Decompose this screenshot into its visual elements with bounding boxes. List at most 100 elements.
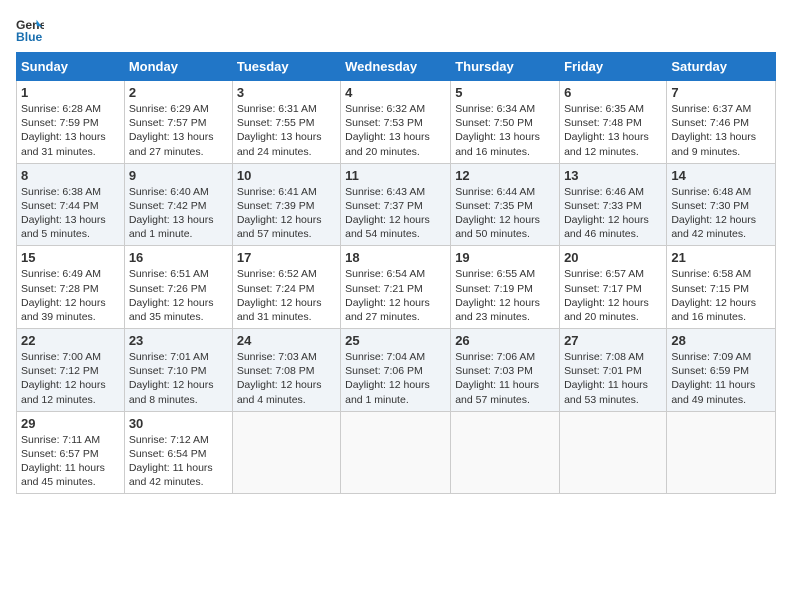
calendar-cell [341, 411, 451, 494]
day-info: Sunrise: 6:37 AMSunset: 7:46 PMDaylight:… [671, 102, 771, 159]
calendar-cell [232, 411, 340, 494]
day-number: 4 [345, 85, 446, 100]
day-info: Sunrise: 7:00 AMSunset: 7:12 PMDaylight:… [21, 350, 120, 407]
day-number: 20 [564, 250, 662, 265]
day-number: 18 [345, 250, 446, 265]
day-number: 10 [237, 168, 336, 183]
logo: General Blue [16, 16, 44, 44]
day-number: 26 [455, 333, 555, 348]
day-info: Sunrise: 6:55 AMSunset: 7:19 PMDaylight:… [455, 267, 555, 324]
day-header-saturday: Saturday [667, 53, 776, 81]
day-info: Sunrise: 6:29 AMSunset: 7:57 PMDaylight:… [129, 102, 228, 159]
week-row-2: 8 Sunrise: 6:38 AMSunset: 7:44 PMDaylight… [17, 163, 776, 246]
day-number: 17 [237, 250, 336, 265]
day-header-tuesday: Tuesday [232, 53, 340, 81]
week-row-5: 29 Sunrise: 7:11 AMSunset: 6:57 PMDayligh… [17, 411, 776, 494]
week-row-1: 1 Sunrise: 6:28 AMSunset: 7:59 PMDaylight… [17, 81, 776, 164]
week-row-3: 15 Sunrise: 6:49 AMSunset: 7:28 PMDayligh… [17, 246, 776, 329]
svg-text:Blue: Blue [16, 30, 43, 44]
day-number: 11 [345, 168, 446, 183]
day-info: Sunrise: 6:28 AMSunset: 7:59 PMDaylight:… [21, 102, 120, 159]
calendar-cell: 20Sunrise: 6:57 AMSunset: 7:17 PMDayligh… [560, 246, 667, 329]
day-info: Sunrise: 7:11 AMSunset: 6:57 PMDaylight:… [21, 433, 120, 490]
calendar-cell: 11 Sunrise: 6:43 AMSunset: 7:37 PMDayligh… [341, 163, 451, 246]
day-number: 28 [671, 333, 771, 348]
day-number: 21 [671, 250, 771, 265]
day-info: Sunrise: 7:06 AMSunset: 7:03 PMDaylight:… [455, 350, 555, 407]
week-row-4: 22 Sunrise: 7:00 AMSunset: 7:12 PMDayligh… [17, 329, 776, 412]
day-info: Sunrise: 7:08 AMSunset: 7:01 PMDaylight:… [564, 350, 662, 407]
day-info: Sunrise: 6:41 AMSunset: 7:39 PMDaylight:… [237, 185, 336, 242]
day-info: Sunrise: 6:43 AMSunset: 7:37 PMDaylight:… [345, 185, 446, 242]
day-info: Sunrise: 6:35 AMSunset: 7:48 PMDaylight:… [564, 102, 662, 159]
calendar-cell [451, 411, 560, 494]
day-number: 15 [21, 250, 120, 265]
calendar-cell: 5 Sunrise: 6:34 AMSunset: 7:50 PMDaylight… [451, 81, 560, 164]
day-info: Sunrise: 7:09 AMSunset: 6:59 PMDaylight:… [671, 350, 771, 407]
day-info: Sunrise: 6:58 AMSunset: 7:15 PMDaylight:… [671, 267, 771, 324]
day-number: 22 [21, 333, 120, 348]
calendar-cell: 26 Sunrise: 7:06 AMSunset: 7:03 PMDayligh… [451, 329, 560, 412]
calendar-cell: 19 Sunrise: 6:55 AMSunset: 7:19 PMDayligh… [451, 246, 560, 329]
day-info: Sunrise: 6:44 AMSunset: 7:35 PMDaylight:… [455, 185, 555, 242]
calendar-cell: 28 Sunrise: 7:09 AMSunset: 6:59 PMDayligh… [667, 329, 776, 412]
day-info: Sunrise: 7:12 AMSunset: 6:54 PMDaylight:… [129, 433, 228, 490]
calendar-header-row: SundayMondayTuesdayWednesdayThursdayFrid… [17, 53, 776, 81]
day-number: 9 [129, 168, 228, 183]
calendar-table: SundayMondayTuesdayWednesdayThursdayFrid… [16, 52, 776, 494]
day-number: 1 [21, 85, 120, 100]
day-header-monday: Monday [124, 53, 232, 81]
calendar-cell: 12 Sunrise: 6:44 AMSunset: 7:35 PMDayligh… [451, 163, 560, 246]
calendar-cell: 21 Sunrise: 6:58 AMSunset: 7:15 PMDayligh… [667, 246, 776, 329]
calendar-cell: 15 Sunrise: 6:49 AMSunset: 7:28 PMDayligh… [17, 246, 125, 329]
day-info: Sunrise: 6:52 AMSunset: 7:24 PMDaylight:… [237, 267, 336, 324]
page-header: General Blue [16, 16, 776, 44]
day-info: Sunrise: 7:04 AMSunset: 7:06 PMDaylight:… [345, 350, 446, 407]
logo-icon: General Blue [16, 16, 44, 44]
calendar-cell: 4Sunrise: 6:32 AMSunset: 7:53 PMDaylight… [341, 81, 451, 164]
calendar-cell: 13 Sunrise: 6:46 AMSunset: 7:33 PMDayligh… [560, 163, 667, 246]
calendar-cell: 18 Sunrise: 6:54 AMSunset: 7:21 PMDayligh… [341, 246, 451, 329]
day-info: Sunrise: 6:38 AMSunset: 7:44 PMDaylight:… [21, 185, 120, 242]
day-info: Sunrise: 6:54 AMSunset: 7:21 PMDaylight:… [345, 267, 446, 324]
calendar-cell: 1 Sunrise: 6:28 AMSunset: 7:59 PMDaylight… [17, 81, 125, 164]
day-number: 19 [455, 250, 555, 265]
day-info: Sunrise: 6:51 AMSunset: 7:26 PMDaylight:… [129, 267, 228, 324]
day-info: Sunrise: 6:40 AMSunset: 7:42 PMDaylight:… [129, 185, 228, 242]
day-info: Sunrise: 6:46 AMSunset: 7:33 PMDaylight:… [564, 185, 662, 242]
day-number: 23 [129, 333, 228, 348]
calendar-cell [560, 411, 667, 494]
day-header-thursday: Thursday [451, 53, 560, 81]
day-number: 27 [564, 333, 662, 348]
calendar-cell [667, 411, 776, 494]
day-number: 16 [129, 250, 228, 265]
day-info: Sunrise: 6:31 AMSunset: 7:55 PMDaylight:… [237, 102, 336, 159]
day-number: 12 [455, 168, 555, 183]
calendar-cell: 22 Sunrise: 7:00 AMSunset: 7:12 PMDayligh… [17, 329, 125, 412]
day-number: 8 [21, 168, 120, 183]
day-number: 25 [345, 333, 446, 348]
day-info: Sunrise: 6:49 AMSunset: 7:28 PMDaylight:… [21, 267, 120, 324]
calendar-cell: 17 Sunrise: 6:52 AMSunset: 7:24 PMDayligh… [232, 246, 340, 329]
calendar-cell: 2Sunrise: 6:29 AMSunset: 7:57 PMDaylight… [124, 81, 232, 164]
calendar-cell: 8 Sunrise: 6:38 AMSunset: 7:44 PMDaylight… [17, 163, 125, 246]
day-number: 29 [21, 416, 120, 431]
calendar-cell: 7Sunrise: 6:37 AMSunset: 7:46 PMDaylight… [667, 81, 776, 164]
calendar-cell: 14Sunrise: 6:48 AMSunset: 7:30 PMDayligh… [667, 163, 776, 246]
day-header-wednesday: Wednesday [341, 53, 451, 81]
calendar-cell: 25 Sunrise: 7:04 AMSunset: 7:06 PMDayligh… [341, 329, 451, 412]
day-number: 13 [564, 168, 662, 183]
day-header-sunday: Sunday [17, 53, 125, 81]
day-number: 14 [671, 168, 771, 183]
day-info: Sunrise: 7:03 AMSunset: 7:08 PMDaylight:… [237, 350, 336, 407]
day-number: 24 [237, 333, 336, 348]
calendar-cell: 6 Sunrise: 6:35 AMSunset: 7:48 PMDaylight… [560, 81, 667, 164]
day-number: 5 [455, 85, 555, 100]
day-number: 6 [564, 85, 662, 100]
calendar-cell: 30Sunrise: 7:12 AMSunset: 6:54 PMDayligh… [124, 411, 232, 494]
calendar-cell: 23 Sunrise: 7:01 AMSunset: 7:10 PMDayligh… [124, 329, 232, 412]
day-header-friday: Friday [560, 53, 667, 81]
day-number: 3 [237, 85, 336, 100]
day-info: Sunrise: 6:34 AMSunset: 7:50 PMDaylight:… [455, 102, 555, 159]
day-info: Sunrise: 7:01 AMSunset: 7:10 PMDaylight:… [129, 350, 228, 407]
